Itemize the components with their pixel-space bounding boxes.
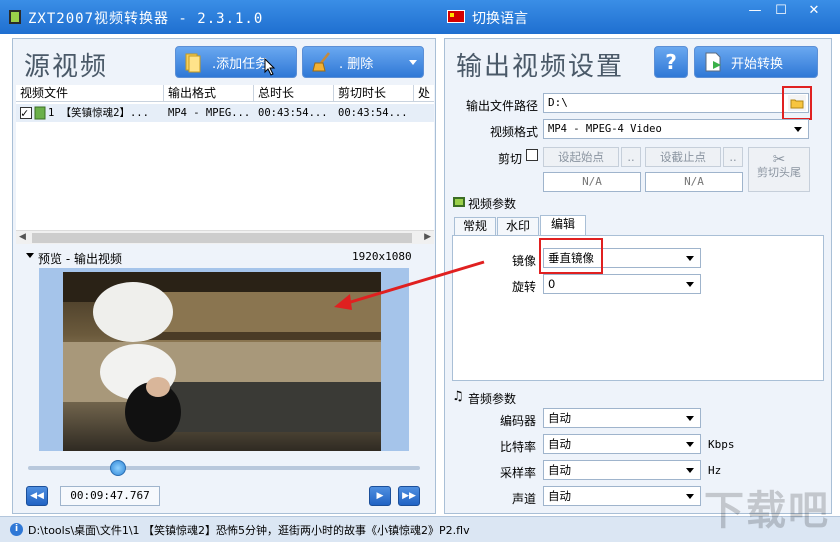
- rotate-label: 旋转: [511, 280, 536, 294]
- scroll-right-icon[interactable]: ▶: [424, 232, 431, 242]
- window-title: ZXT2007视频转换器 - 2.3.1.0: [28, 11, 264, 27]
- end-picker-button[interactable]: ..: [723, 147, 743, 167]
- table-row[interactable]: 1 【笑镇惊魂2】... MP4 - MPEG... 00:43:54... 0…: [16, 104, 434, 122]
- add-task-button[interactable]: .添加任务: [175, 46, 297, 78]
- music-note-icon: ♫: [452, 389, 464, 404]
- output-settings-title: 输出视频设置: [456, 52, 625, 82]
- cut-head-tail-button[interactable]: ✂ 剪切头尾: [748, 147, 810, 192]
- set-end-button[interactable]: 设截止点: [645, 147, 721, 167]
- video-file-icon: [34, 106, 46, 120]
- start-picker-button[interactable]: ..: [621, 147, 641, 167]
- column-header[interactable]: 视频文件: [16, 85, 164, 102]
- delete-button[interactable]: . 删除: [302, 46, 424, 78]
- convert-document-icon: [705, 52, 721, 72]
- folder-icon: [185, 53, 201, 73]
- mirror-label: 镜像: [511, 254, 536, 268]
- switch-language-link[interactable]: 切换语言: [472, 8, 528, 28]
- film-icon: [453, 197, 465, 207]
- channel-select[interactable]: 自动: [543, 486, 701, 506]
- help-button[interactable]: ?: [654, 46, 688, 78]
- output-path-input[interactable]: D:\: [543, 93, 809, 113]
- annotation-highlight: [539, 238, 603, 274]
- video-format-select[interactable]: MP4 - MPEG-4 Video: [543, 119, 809, 139]
- current-time: 00:09:47.767: [60, 486, 160, 506]
- horizontal-scrollbar[interactable]: ◀ ▶: [16, 230, 434, 244]
- column-header[interactable]: 处: [414, 85, 434, 102]
- cut-checkbox[interactable]: [526, 149, 538, 161]
- row-cut-duration: 00:43:54...: [338, 107, 408, 119]
- start-convert-label: 开始转换: [731, 56, 784, 72]
- preview-label: 预览 - 输出视频: [38, 252, 122, 266]
- cut-head-tail-label: 剪切头尾: [757, 166, 801, 179]
- tab-edit[interactable]: 编辑: [540, 215, 586, 235]
- site-watermark: 下载吧: [704, 488, 830, 534]
- samplerate-unit: Hz: [708, 464, 722, 477]
- end-point-field[interactable]: N/A: [645, 172, 743, 192]
- task-table-header: 视频文件 输出格式 总时长 剪切时长 处: [16, 85, 434, 102]
- close-button[interactable]: ✕: [794, 2, 834, 20]
- rewind-icon: ◀◀: [30, 491, 44, 501]
- fast-forward-button[interactable]: ▶▶: [398, 486, 420, 506]
- samplerate-label: 采样率: [499, 466, 536, 480]
- rotate-select[interactable]: 0: [543, 274, 701, 294]
- resolution-label: 1920x1080: [352, 250, 412, 263]
- maximize-button[interactable]: ☐: [768, 2, 794, 20]
- start-point-field[interactable]: N/A: [543, 172, 641, 192]
- task-table: 1 【笑镇惊魂2】... MP4 - MPEG... 00:43:54... 0…: [16, 102, 434, 230]
- samplerate-select[interactable]: 自动: [543, 460, 701, 480]
- add-task-label: .添加任务: [212, 56, 269, 72]
- app-logo-icon: [9, 10, 21, 24]
- bitrate-label: 比特率: [499, 440, 536, 454]
- output-path-label: 输出文件路径: [465, 99, 538, 113]
- row-duration: 00:43:54...: [258, 107, 328, 119]
- row-checkbox[interactable]: [20, 107, 32, 119]
- chevron-down-icon[interactable]: [409, 60, 417, 65]
- annotation-highlight: [782, 86, 812, 120]
- audio-params-label: 音频参数: [468, 392, 517, 406]
- video-preview: [39, 268, 409, 451]
- collapse-preview-icon[interactable]: [26, 253, 34, 258]
- scissors-icon: ✂: [772, 150, 786, 168]
- title-bar: ZXT2007视频转换器 - 2.3.1.0 切换语言 — ☐ ✕: [0, 0, 840, 34]
- play-icon: ▶: [376, 491, 384, 501]
- bitrate-select[interactable]: 自动: [543, 434, 701, 454]
- bitrate-unit: Kbps: [708, 438, 735, 451]
- delete-label: . 删除: [339, 56, 374, 72]
- tab-general[interactable]: 常规: [454, 217, 496, 235]
- column-header[interactable]: 输出格式: [164, 85, 254, 102]
- scroll-left-icon[interactable]: ◀: [19, 232, 26, 242]
- scrollbar-thumb[interactable]: [32, 233, 412, 243]
- encoder-select[interactable]: 自动: [543, 408, 701, 428]
- playback-slider[interactable]: [28, 460, 420, 476]
- fast-forward-icon: ▶▶: [402, 491, 416, 501]
- minimize-button[interactable]: —: [742, 2, 768, 20]
- channel-label: 声道: [511, 492, 536, 506]
- flipped-scene-image: [63, 272, 381, 442]
- row-file: 1 【笑镇惊魂2】...: [48, 107, 149, 119]
- cut-label: 剪切: [497, 152, 522, 166]
- video-format-label: 视频格式: [489, 125, 538, 139]
- video-frame: [63, 272, 381, 451]
- set-start-button[interactable]: 设起始点: [543, 147, 619, 167]
- tab-watermark[interactable]: 水印: [497, 217, 539, 235]
- encoder-label: 编码器: [499, 414, 536, 428]
- video-params-label: 视频参数: [468, 197, 517, 211]
- column-header[interactable]: 总时长: [254, 85, 334, 102]
- status-text: D:\tools\桌面\文件1\1 【笑镇惊魂2】恐怖5分钟，逛街两小时的故事《…: [28, 524, 470, 537]
- info-icon: i: [10, 523, 23, 536]
- mouse-cursor-icon: [264, 58, 276, 76]
- column-header[interactable]: 剪切时长: [334, 85, 414, 102]
- source-video-title: 源视频: [24, 52, 109, 82]
- row-format: MP4 - MPEG...: [168, 107, 251, 119]
- play-button[interactable]: ▶: [369, 486, 391, 506]
- rewind-button[interactable]: ◀◀: [26, 486, 48, 506]
- china-flag-icon[interactable]: [447, 10, 465, 23]
- broom-icon: [312, 52, 330, 72]
- start-convert-button[interactable]: 开始转换: [694, 46, 818, 78]
